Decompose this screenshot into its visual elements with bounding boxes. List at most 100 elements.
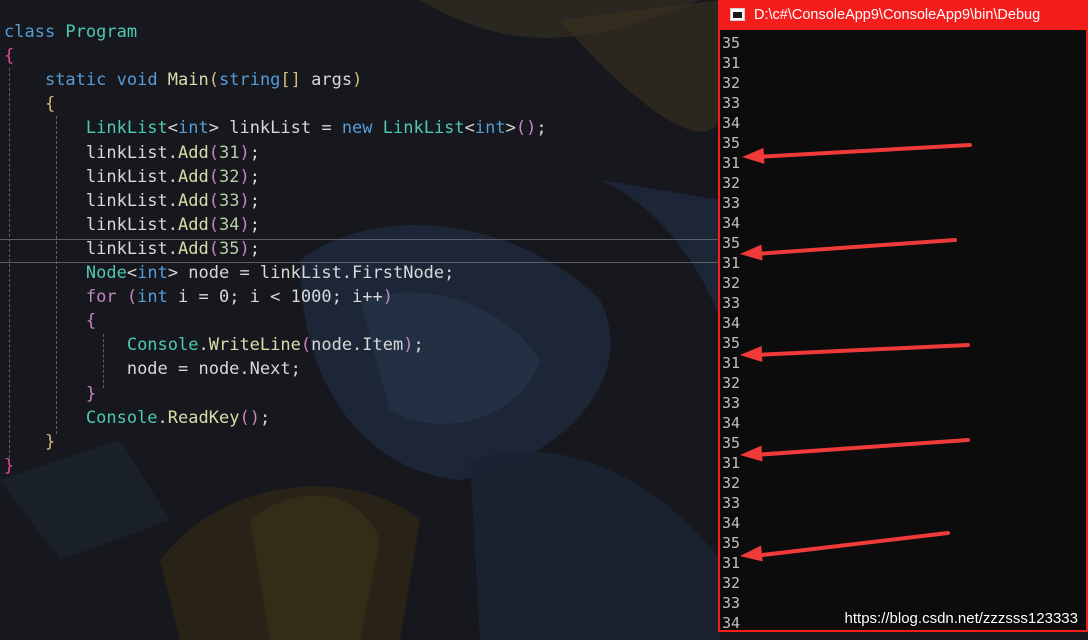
code-token: Add — [178, 190, 209, 211]
code-token: ; — [249, 190, 260, 211]
code-token: static — [44, 70, 117, 91]
console-output-line: 34 — [722, 114, 741, 132]
code-token: ( — [126, 287, 138, 308]
code-token: ( — [208, 166, 219, 187]
code-token: linkList. — [85, 214, 179, 235]
code-token: } — [44, 431, 56, 452]
code-token: . — [198, 335, 209, 356]
console-output-line: 31 — [722, 154, 741, 172]
code-token: LinkList — [85, 118, 168, 139]
code-token: Add — [178, 166, 209, 187]
console-output-line: 33 — [722, 594, 741, 612]
code-token: Node — [85, 263, 127, 283]
console-output-line: 32 — [722, 474, 741, 492]
code-token: ; — [413, 335, 424, 356]
code-token: } — [4, 455, 15, 476]
code-token: ) — [239, 214, 250, 235]
code-token: ; — [249, 238, 260, 259]
code-line: { — [4, 309, 96, 333]
console-app-icon — [730, 8, 745, 21]
code-token: Add — [178, 238, 209, 259]
code-line: for (int i = 0; i < 1000; i++) — [4, 285, 393, 309]
console-output-line: 35 — [722, 34, 741, 52]
code-token: ; — [259, 407, 271, 428]
code-line: static void Main(string[] args) — [4, 68, 362, 92]
code-token: int — [474, 118, 506, 139]
code-token: ( — [208, 214, 219, 235]
code-line: LinkList<int> linkList = new LinkList<in… — [4, 116, 547, 140]
code-token: LinkList — [382, 118, 465, 139]
code-editor[interactable]: class Program{ static void Main(string[]… — [0, 0, 720, 640]
console-window[interactable]: D:\c#\ConsoleApp9\ConsoleApp9\bin\Debug … — [718, 0, 1088, 640]
code-token: WriteLine — [208, 335, 301, 356]
code-line: { — [4, 44, 14, 68]
code-token: linkList. — [85, 190, 179, 211]
console-output-line: 33 — [722, 94, 741, 112]
code-token: () — [515, 118, 537, 139]
code-token: > node = linkList.FirstNode; — [167, 263, 455, 283]
code-token: int — [137, 287, 179, 308]
code-token: ; — [536, 118, 547, 139]
code-token: linkList. — [85, 166, 179, 187]
code-line: class Program — [4, 20, 137, 44]
code-token: 33 — [218, 190, 240, 211]
code-token: ( — [300, 335, 312, 356]
code-token: Add — [178, 214, 209, 235]
code-token: ) — [352, 70, 363, 91]
code-token: 31 — [218, 142, 240, 163]
code-token: ) — [382, 287, 393, 308]
code-token: { — [4, 46, 15, 67]
code-token: new — [341, 118, 383, 139]
code-token: linkList. — [85, 238, 179, 259]
code-token: ; — [249, 142, 260, 163]
code-token: < — [126, 263, 138, 283]
console-output[interactable]: 35 31 32 33 34 35 31 32 33 34 35 31 32 33 34 35 31 32 33 34… — [718, 30, 1088, 632]
console-title: D:\c#\ConsoleApp9\ConsoleApp9\bin\Debug — [754, 7, 1041, 23]
code-line: { — [4, 92, 55, 116]
code-line: linkList.Add(35); — [4, 237, 260, 261]
code-token: [] — [280, 70, 301, 91]
code-token: ) — [239, 238, 250, 259]
console-output-line: 34 — [722, 414, 741, 432]
code-token: ; — [249, 214, 260, 235]
code-token: ) — [239, 142, 250, 163]
code-token: class — [4, 22, 66, 42]
code-line: Console.WriteLine(node.Item); — [4, 333, 424, 357]
code-token: i = 0; i < 1000; i++ — [178, 287, 383, 308]
code-line: Console.ReadKey(); — [4, 406, 270, 430]
code-token: int — [178, 118, 209, 139]
console-output-line: 34 — [722, 214, 741, 232]
code-line: linkList.Add(31); — [4, 141, 260, 165]
code-token: Console — [85, 407, 158, 428]
code-line: } — [4, 430, 55, 454]
code-token: ( — [208, 142, 219, 163]
code-token: int — [137, 263, 168, 283]
console-output-line: 33 — [722, 294, 741, 312]
code-token: 35 — [218, 238, 240, 259]
console-output-line: 33 — [722, 194, 741, 212]
code-token: } — [85, 383, 97, 404]
console-output-line: 33 — [722, 494, 741, 512]
console-output-line: 32 — [722, 174, 741, 192]
code-token: 34 — [218, 214, 240, 235]
code-token: . — [157, 407, 168, 428]
console-output-line: 32 — [722, 574, 741, 592]
code-token: ( — [208, 238, 219, 259]
console-title-bar[interactable]: D:\c#\ConsoleApp9\ConsoleApp9\bin\Debug — [718, 0, 1088, 30]
code-token: linkList. — [85, 142, 179, 163]
console-output-line: 34 — [722, 614, 741, 632]
console-output-line: 35 — [722, 534, 741, 552]
code-token: < — [464, 118, 475, 139]
console-output-line: 35 — [722, 234, 741, 252]
console-output-line: 33 — [722, 394, 741, 412]
code-token: ) — [239, 190, 250, 211]
console-output-line: 34 — [722, 514, 741, 532]
